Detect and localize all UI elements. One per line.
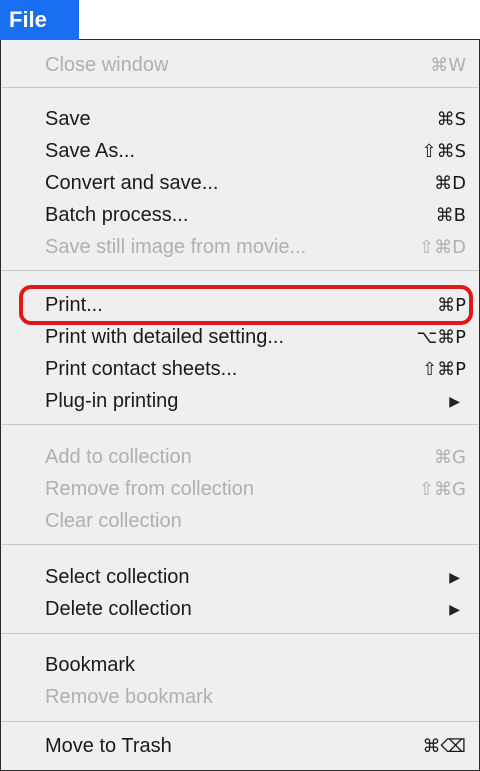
chevron-right-icon: ▶ xyxy=(449,568,460,585)
menu-item-label: Batch process... xyxy=(45,203,189,226)
shortcut-label: ⇧⌘S xyxy=(421,140,466,162)
menu-item-label: Plug-in printing xyxy=(45,389,179,412)
menu-item-print[interactable]: Print... ⌘P xyxy=(1,289,479,321)
menu-item-print-detailed[interactable]: Print with detailed setting... ⌥⌘P xyxy=(1,321,479,353)
shortcut-label: ⌘B xyxy=(435,204,466,226)
menu-item-plug-in-printing[interactable]: Plug-in printing ▶ xyxy=(1,385,479,417)
menu-item-label: Remove bookmark xyxy=(45,685,213,708)
menu-item-add-to-collection[interactable]: Add to collection ⌘G xyxy=(1,441,479,473)
menu-item-remove-from-collection[interactable]: Remove from collection ⇧⌘G xyxy=(1,473,479,505)
menu-item-print-contact-sheets[interactable]: Print contact sheets... ⇧⌘P xyxy=(1,353,479,385)
menu-item-label: Move to Trash xyxy=(45,734,172,757)
shortcut-label: ⌘W xyxy=(430,54,466,76)
file-menu-dropdown: Close window ⌘W Save ⌘S Save As... ⇧⌘S C… xyxy=(0,40,480,771)
menu-bar: File xyxy=(0,0,480,40)
menu-item-label: Print contact sheets... xyxy=(45,357,238,380)
shortcut-label: ⌘P xyxy=(437,294,466,316)
menu-item-move-to-trash[interactable]: Move to Trash ⌘⌫ xyxy=(1,730,479,762)
shortcut-label: ⌘⌫ xyxy=(422,735,466,757)
chevron-right-icon: ▶ xyxy=(449,392,460,409)
menu-item-close-window[interactable]: Close window ⌘W xyxy=(1,49,479,81)
shortcut-label: ⇧⌘D xyxy=(419,236,466,258)
menu-item-save-as[interactable]: Save As... ⇧⌘S xyxy=(1,135,479,167)
menu-item-remove-bookmark[interactable]: Remove bookmark xyxy=(1,681,479,713)
menu-separator xyxy=(2,87,478,88)
menu-item-convert-and-save[interactable]: Convert and save... ⌘D xyxy=(1,167,479,199)
shortcut-label: ⇧⌘G xyxy=(418,478,466,500)
menu-item-label: Close window xyxy=(45,53,169,76)
menu-item-label: Add to collection xyxy=(45,445,192,468)
menu-item-batch-process[interactable]: Batch process... ⌘B xyxy=(1,199,479,231)
menu-item-save[interactable]: Save ⌘S xyxy=(1,103,479,135)
menu-item-clear-collection[interactable]: Clear collection xyxy=(1,505,479,537)
menu-separator xyxy=(2,544,478,545)
menu-item-delete-collection[interactable]: Delete collection ▶ xyxy=(1,593,479,625)
menu-separator xyxy=(2,424,478,425)
menu-item-save-still-image[interactable]: Save still image from movie... ⇧⌘D xyxy=(1,231,479,263)
menu-item-label: Delete collection xyxy=(45,597,192,620)
menu-separator xyxy=(2,270,478,271)
chevron-right-icon: ▶ xyxy=(449,600,460,617)
shortcut-label: ⌘G xyxy=(434,446,466,468)
menu-item-label: Select collection xyxy=(45,565,190,588)
menu-item-label: Remove from collection xyxy=(45,477,254,500)
menu-item-label: Convert and save... xyxy=(45,171,219,194)
shortcut-label: ⌘D xyxy=(434,172,466,194)
menu-item-bookmark[interactable]: Bookmark xyxy=(1,649,479,681)
menu-item-label: Clear collection xyxy=(45,509,182,532)
menu-item-label: Print with detailed setting... xyxy=(45,325,285,348)
menu-separator xyxy=(2,721,478,722)
menu-item-label: Save xyxy=(45,107,91,130)
shortcut-label: ⇧⌘P xyxy=(422,358,466,380)
shortcut-label: ⌘S xyxy=(436,108,466,130)
file-menu-title[interactable]: File xyxy=(0,0,79,40)
menu-item-label: Save still image from movie... xyxy=(45,235,307,258)
menu-item-label: Print... xyxy=(45,293,103,316)
menu-item-label: Bookmark xyxy=(45,653,136,676)
shortcut-label: ⌥⌘P xyxy=(416,326,466,348)
menu-separator xyxy=(2,633,478,634)
menu-item-label: Save As... xyxy=(45,139,136,162)
menu-item-select-collection[interactable]: Select collection ▶ xyxy=(1,561,479,593)
